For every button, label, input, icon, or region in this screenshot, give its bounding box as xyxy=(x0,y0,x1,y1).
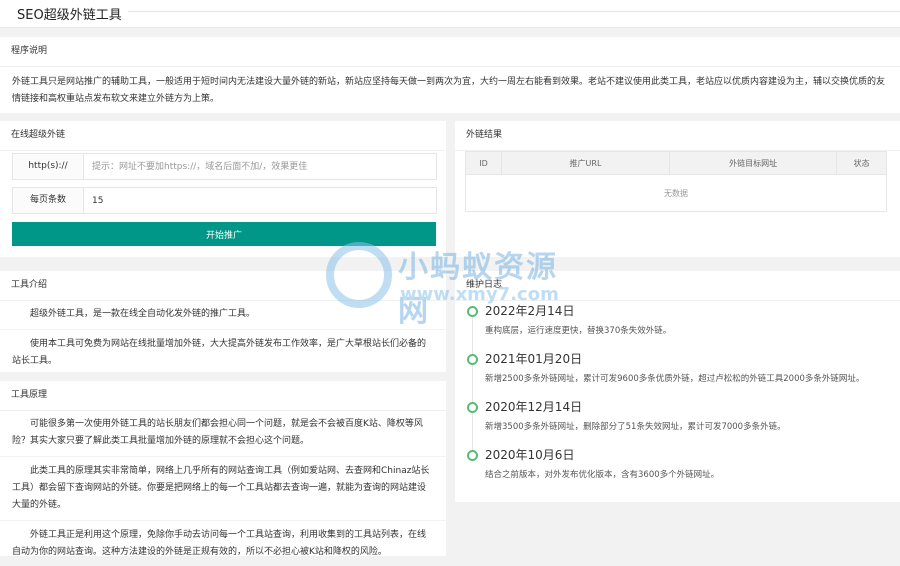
url-row: http(s):// xyxy=(12,153,437,180)
principle-divider-2 xyxy=(0,520,446,521)
principle-card-title: 工具原理 xyxy=(0,381,446,411)
per-page-row: 每页条数 xyxy=(12,187,437,214)
timeline-item: 2021年01月20日 新增2500多条外链网址，累计可发9600多条优质外链，… xyxy=(467,351,865,403)
program-card: 程序说明 外链工具只是网站推广的辅助工具，一般适用于短时间内无法建设大量外链的新… xyxy=(0,37,900,113)
timeline-dot-icon xyxy=(467,354,478,365)
online-link-card: 在线超级外链 http(s):// 每页条数 开始推广 xyxy=(0,121,446,257)
intro-divider xyxy=(0,329,446,330)
intro-paragraph-1: 超级外链工具，是一款在线全自动化发外链的推广工具。 xyxy=(30,309,256,319)
results-table: ID 推广URL 外链目标网址 状态 无数据 xyxy=(464,151,887,212)
online-card-title: 在线超级外链 xyxy=(0,121,446,151)
results-card: 外链结果 ID 推广URL 外链目标网址 状态 无数据 xyxy=(455,121,900,257)
timeline-text: 新增3500多条外链网址，删除部分了51条失效网址，累计可发7000多条外链。 xyxy=(485,422,786,432)
principle-paragraph-2: 此类工具的原理其实非常简单，网络上几乎所有的网站查询工具（例如爱站网、去查网和C… xyxy=(12,466,430,510)
maintenance-card: 维护日志 2022年2月14日 重构底层，运行速度更快，替换370条失效外链。 … xyxy=(455,271,900,502)
per-page-input[interactable] xyxy=(84,188,436,213)
per-page-label: 每页条数 xyxy=(13,188,84,213)
intro-card-title: 工具介绍 xyxy=(0,271,446,301)
timeline-text: 新增2500多条外链网址，累计可发9600多条优质外链，超过卢松松的外链工具20… xyxy=(485,374,865,384)
title-divider xyxy=(128,11,900,12)
timeline-date: 2020年10月6日 xyxy=(485,448,575,462)
timeline-date: 2021年01月20日 xyxy=(485,352,583,366)
principle-paragraph-3: 外链工具正是利用这个原理，免除你手动去访问每一个工具站查询，利用收集到的工具站列… xyxy=(12,530,427,557)
maintenance-card-title: 维护日志 xyxy=(455,271,900,301)
timeline-text: 重构底层，运行速度更快，替换370条失效外链。 xyxy=(485,326,672,336)
timeline-text: 结合之前版本，对外发布优化版本，含有3600多个外链网址。 xyxy=(485,470,720,480)
principle-divider-1 xyxy=(0,456,446,457)
principle-paragraph-1: 可能很多第一次使用外链工具的站长朋友们都会担心同一个问题，就是会不会被百度K站、… xyxy=(12,419,423,446)
timeline-line xyxy=(472,365,473,403)
col-promote-url: 推广URL xyxy=(501,151,670,175)
maintenance-timeline: 2022年2月14日 重构底层，运行速度更快，替换370条失效外链。 2021年… xyxy=(467,303,864,495)
page-title: SEO超级外链工具 xyxy=(17,8,122,23)
timeline-line xyxy=(472,317,473,355)
timeline-dot-icon xyxy=(467,306,478,317)
intro-card: 工具介绍 超级外链工具，是一款在线全自动化发外链的推广工具。 使用本工具可免费为… xyxy=(0,271,446,372)
url-input[interactable] xyxy=(84,154,436,179)
col-status: 状态 xyxy=(836,151,887,175)
program-description: 外链工具只是网站推广的辅助工具，一般适用于短时间内无法建设大量外链的新站，新站应… xyxy=(12,77,886,104)
timeline-item: 2022年2月14日 重构底层，运行速度更快，替换370条失效外链。 xyxy=(467,303,864,355)
start-promote-button[interactable]: 开始推广 xyxy=(12,222,436,246)
timeline-line xyxy=(472,413,473,451)
timeline-dot-icon xyxy=(467,402,478,413)
url-label: http(s):// xyxy=(13,154,84,179)
timeline-item: 2020年10月6日 结合之前版本，对外发布优化版本，含有3600多个外链网址。 xyxy=(467,447,864,495)
col-target-url: 外链目标网址 xyxy=(668,151,838,175)
timeline-dot-icon xyxy=(467,450,478,461)
timeline-date: 2022年2月14日 xyxy=(485,304,575,318)
timeline-item: 2020年12月14日 新增3500多条外链网址，删除部分了51条失效网址，累计… xyxy=(467,399,864,451)
top-bar: SEO超级外链工具 xyxy=(0,0,900,28)
no-data-text: 无数据 xyxy=(465,174,887,212)
timeline-date: 2020年12月14日 xyxy=(485,400,583,414)
col-id: ID xyxy=(464,151,503,175)
intro-paragraph-2: 使用本工具可免费为网站在线批量增加外链，大大提高外链发布工作效率，是广大草根站长… xyxy=(12,339,427,366)
results-card-title: 外链结果 xyxy=(455,121,900,151)
program-card-title: 程序说明 xyxy=(0,37,900,67)
results-header-row: ID 推广URL 外链目标网址 状态 xyxy=(464,151,887,175)
table-empty-row: 无数据 xyxy=(465,174,887,212)
principle-card: 工具原理 可能很多第一次使用外链工具的站长朋友们都会担心同一个问题，就是会不会被… xyxy=(0,381,446,557)
